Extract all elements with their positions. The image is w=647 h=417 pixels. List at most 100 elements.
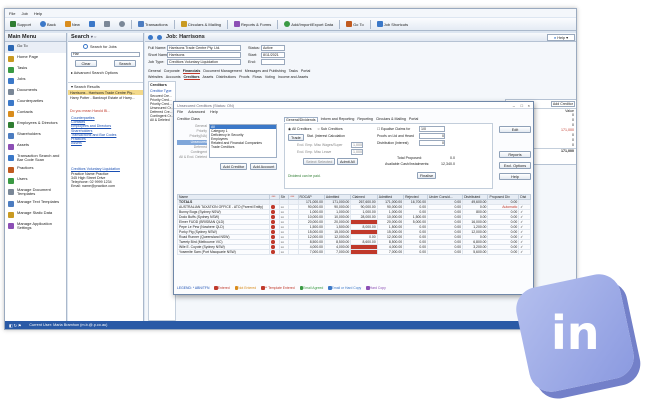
job-tab[interactable]: General — [148, 69, 161, 74]
job-subtab[interactable]: Voting — [265, 75, 275, 80]
main-menu-item[interactable]: Go To — [5, 42, 66, 53]
start-date-field[interactable]: 8/11/2021 — [261, 52, 285, 58]
job-subtab[interactable]: Flows — [252, 75, 261, 80]
job-back-icon[interactable] — [148, 34, 153, 40]
job-subtab[interactable]: Assets — [203, 75, 214, 80]
main-menu-item[interactable]: Transaction Search and Bar Code Scan — [5, 152, 66, 164]
job-subtab[interactable]: Proofs — [239, 75, 249, 80]
add-creditor-button[interactable]: Add Creditor — [550, 101, 575, 107]
support-button[interactable]: Support — [7, 19, 34, 29]
full-name-field[interactable]: Harrisons Trade Centre Pty. Ltd. — [167, 45, 241, 51]
minimize-icon[interactable]: – — [513, 103, 515, 108]
equalise-field[interactable]: 1/0 — [419, 126, 445, 132]
advanced-search-toggle[interactable]: ▸ Advanced Search Options — [71, 70, 140, 75]
main-menu-item[interactable]: Shareholders — [5, 130, 66, 141]
job-shortcuts-button[interactable]: Job Shortcuts — [374, 19, 411, 29]
ledger-button[interactable]: Trade — [288, 134, 304, 141]
excl-wages-field[interactable]: 1,000 — [351, 142, 363, 148]
job-tab[interactable]: Tasks — [289, 69, 298, 74]
dialog-side-button[interactable]: Reports — [499, 151, 531, 158]
add-creditor-button[interactable]: Add Creditor — [220, 163, 248, 170]
search-options-icon[interactable]: ▾ ○ — [91, 34, 97, 39]
main-menu-item[interactable]: Documents — [5, 86, 66, 97]
job-tab[interactable]: Portal — [301, 69, 310, 74]
status-select[interactable]: Active — [261, 45, 285, 51]
main-menu-item[interactable]: Manage Static Data — [5, 209, 66, 220]
main-menu-item[interactable]: Practices — [5, 164, 66, 175]
main-menu-item[interactable]: Contacts — [5, 108, 66, 119]
excl-leave-field[interactable]: 1,000 — [351, 149, 363, 155]
admit-all-button[interactable]: Admit All — [337, 158, 358, 165]
clear-button[interactable]: Clear — [75, 60, 97, 67]
menu-file[interactable]: File — [9, 11, 15, 16]
main-menu-item[interactable]: Tasks — [5, 64, 66, 75]
dialog-tab[interactable]: Inform and Reporting — [321, 117, 355, 122]
close-icon[interactable]: × — [528, 103, 530, 108]
creditor-class-option[interactable]: Trade Creditors — [210, 145, 276, 149]
short-name-field[interactable]: Harrisons — [167, 52, 241, 58]
dialog-tab[interactable]: Reporting — [357, 117, 373, 122]
main-menu-item[interactable]: Users — [5, 175, 66, 186]
menu-help[interactable]: Help — [34, 11, 42, 16]
dialog-menu-help[interactable]: Help — [210, 110, 218, 114]
radio-sub-creditors[interactable]: ○ Sub Creditors — [318, 127, 343, 131]
job-subtab[interactable]: Distributions — [216, 75, 236, 80]
main-menu-item[interactable]: Assets — [5, 141, 66, 152]
reports-forms-button[interactable]: Reports & Forms — [231, 19, 274, 29]
circulars-mailing-button[interactable]: Circulars & Mailing — [178, 19, 224, 29]
main-menu-item[interactable]: Home Page — [5, 53, 66, 64]
maximize-icon[interactable]: □ — [521, 103, 523, 108]
dialog-menu-file[interactable]: File — [177, 110, 183, 114]
creditor-class-side-label[interactable]: All & Excl. Deleted — [177, 155, 207, 160]
job-subtab[interactable]: Income and Assets — [278, 75, 308, 80]
dialog-tab[interactable]: Circulars & Mailing — [376, 117, 406, 122]
main-menu-item[interactable]: Employees & Directors — [5, 119, 66, 130]
job-tab[interactable]: Document Management — [203, 69, 241, 74]
job-tab[interactable]: Financials — [182, 69, 201, 74]
linkedin-badge[interactable]: in — [512, 270, 638, 396]
add-account-button[interactable]: Add Account — [250, 163, 278, 170]
search-input[interactable]: Har — [71, 52, 140, 57]
table-row[interactable]: Yosemite Sam (Port Macquarie NSW) ▭ 7,000.… — [176, 249, 531, 255]
go-to-button[interactable]: Go To — [343, 19, 367, 29]
distribution-field[interactable]: 0 — [419, 140, 445, 146]
dialog-tab[interactable]: Portal — [409, 117, 418, 122]
print-button[interactable] — [101, 19, 113, 29]
menu-job[interactable]: Job — [21, 11, 27, 16]
transactions-button[interactable]: Transactions — [135, 19, 171, 29]
job-subtab[interactable]: Creditors — [183, 75, 200, 80]
proofs-field[interactable]: 0 — [419, 133, 445, 139]
finalise-button[interactable]: Finalise — [417, 172, 437, 179]
select-selected-button[interactable]: Select Selected — [303, 158, 336, 165]
main-menu-item[interactable]: Counterparties — [5, 97, 66, 108]
job-tab[interactable]: Corporate — [164, 69, 180, 74]
main-menu-item[interactable]: Manage Document Templates — [5, 186, 66, 198]
job-forward-icon[interactable] — [157, 34, 162, 40]
dialog-side-button[interactable]: Excl. Options — [499, 162, 531, 169]
search-result-item[interactable]: Harrisons - Harrisons Trade Centre Pty..… — [68, 90, 143, 95]
refresh-button[interactable] — [116, 19, 128, 29]
creditor-class-list[interactable]: All Category 1 Deficiency in Security Emplo… — [209, 124, 277, 158]
dialog-side-button[interactable]: Help — [499, 173, 531, 180]
equalise-checkbox[interactable]: ☐ — [377, 127, 380, 131]
main-menu-item[interactable]: Manage Application Settings — [5, 220, 66, 232]
job-subtab[interactable]: Websites — [148, 75, 163, 80]
dialog-menu-advanced[interactable]: Advanced — [188, 110, 205, 114]
main-menu-item[interactable]: Jobs — [5, 75, 66, 86]
radio-all-creditors[interactable]: ◉ All Creditors — [288, 127, 312, 131]
dialog-tab[interactable]: General/Dividends — [284, 117, 318, 122]
add-import-export-button[interactable]: Add/Import/Export Data — [281, 19, 336, 29]
job-tab[interactable]: Messages and Publishing — [245, 69, 286, 74]
search-result-item[interactable]: Harry Potter - Bankrupt Estate of Harry.… — [68, 95, 143, 100]
job-subtab[interactable]: Accounts — [166, 75, 181, 80]
new-button[interactable]: New — [62, 19, 83, 29]
end-date-field[interactable] — [261, 59, 285, 65]
back-button[interactable]: Back — [37, 19, 59, 29]
help-button[interactable]: ● Help ▾ — [546, 33, 575, 41]
creditor-type-item[interactable]: All & Deleted — [149, 118, 175, 122]
main-menu-item[interactable]: Manage Text Templates — [5, 198, 66, 209]
save-button[interactable] — [86, 19, 98, 29]
search-button[interactable]: Search — [114, 60, 136, 67]
job-type-select[interactable]: Creditors Voluntary Liquidation — [167, 59, 241, 65]
dialog-side-button[interactable]: Edit — [499, 126, 531, 133]
